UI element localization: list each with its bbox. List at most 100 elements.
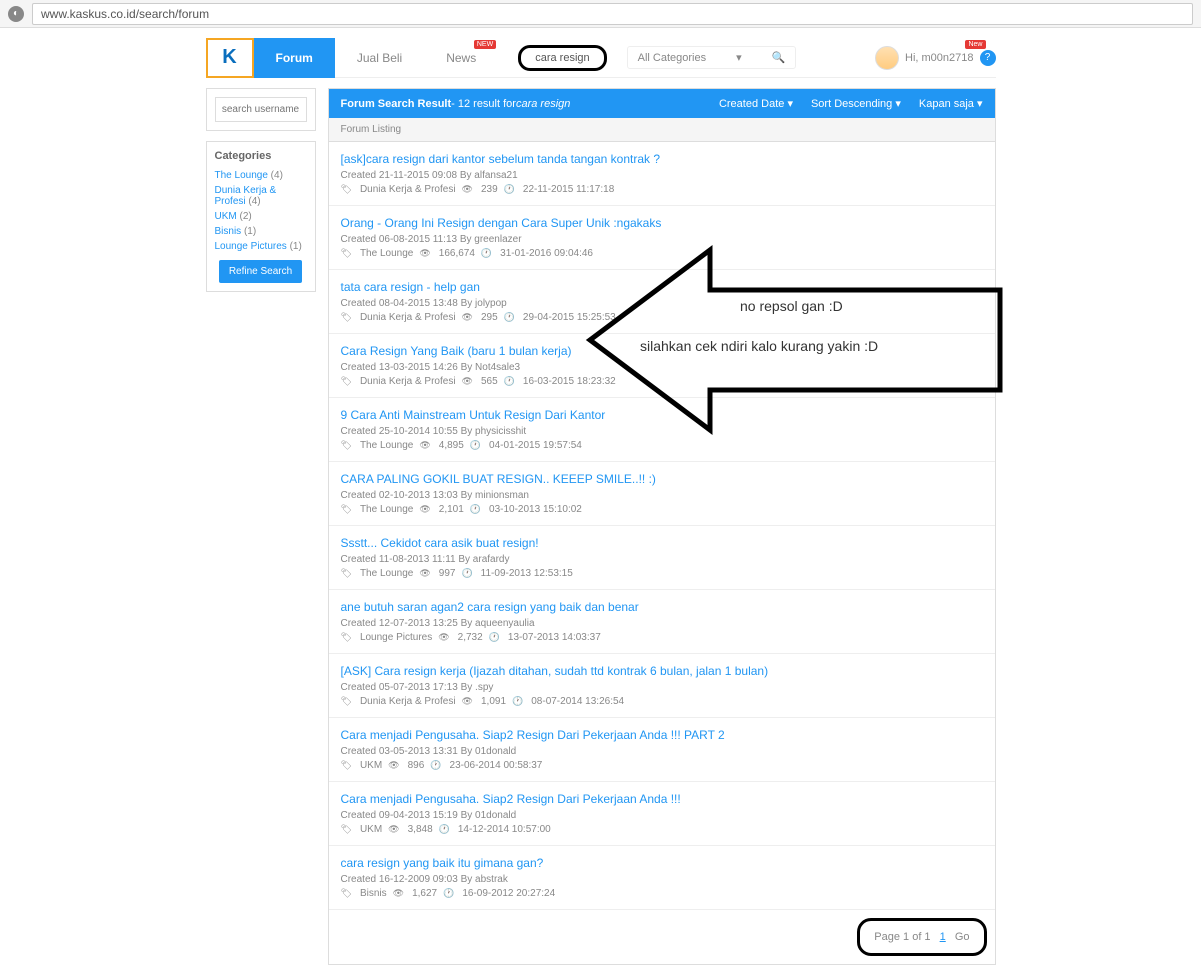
thread-meta: Created 16-12-2009 09:03 By abstrak: [341, 874, 983, 885]
thread-info: Dunia Kerja & Profesi56516-03-2015 18:23…: [341, 376, 983, 387]
thread-item: Orang - Orang Ini Resign dengan Cara Sup…: [329, 206, 995, 270]
thread-meta: Created 13-03-2015 14:26 By Not4sale3: [341, 362, 983, 373]
username-search-input[interactable]: [215, 97, 307, 122]
pagination: Page 1 of 1 1 Go: [857, 918, 986, 956]
tag-icon: [341, 248, 354, 259]
clock-icon: [489, 632, 502, 643]
logo-letter: K: [222, 46, 236, 69]
avatar[interactable]: [875, 46, 899, 70]
tag-icon: [341, 312, 354, 323]
clock-icon: [430, 760, 443, 771]
thread-item: Ssstt... Cekidot cara asik buat resign! C…: [329, 526, 995, 590]
tag-icon: [341, 184, 354, 195]
tag-icon: [341, 632, 354, 643]
eye-icon: [438, 632, 451, 643]
filter-sort[interactable]: Sort Descending ▾: [811, 97, 901, 110]
clock-icon: [512, 696, 525, 707]
eye-icon: [393, 888, 406, 899]
page-current[interactable]: 1: [940, 931, 946, 943]
thread-title[interactable]: Cara menjadi Pengusaha. Siap2 Resign Dar…: [341, 792, 983, 806]
result-count: - 12 result for: [451, 98, 516, 110]
browser-address-bar: ◐ www.kaskus.co.id/search/forum: [0, 0, 1201, 28]
result-term: cara resign: [516, 98, 570, 110]
eye-icon: [419, 440, 432, 451]
thread-meta: Created 08-04-2015 13:48 By jolypop: [341, 298, 983, 309]
eye-icon: [462, 184, 475, 195]
globe-icon: ◐: [8, 6, 24, 22]
chevron-down-icon: ▾: [736, 51, 742, 64]
clock-icon: [481, 248, 494, 259]
sidebar-category-item[interactable]: Dunia Kerja & Profesi (4): [215, 185, 307, 207]
sidebar-category-item[interactable]: The Lounge (4): [215, 170, 307, 181]
thread-title[interactable]: cara resign yang baik itu gimana gan?: [341, 856, 983, 870]
eye-icon: [462, 376, 475, 387]
thread-info: The Lounge2,10103-10-2013 15:10:02: [341, 504, 983, 515]
thread-item: cara resign yang baik itu gimana gan? Cre…: [329, 846, 995, 910]
thread-title[interactable]: tata cara resign - help gan: [341, 280, 983, 294]
result-header: Forum Search Result - 12 result for cara…: [329, 89, 995, 118]
tab-news-label: News: [446, 51, 476, 65]
thread-title[interactable]: 9 Cara Anti Mainstream Untuk Resign Dari…: [341, 408, 983, 422]
clock-icon: [439, 824, 452, 835]
help-icon[interactable]: ?: [980, 50, 996, 66]
category-select[interactable]: All Categories ▾ 🔍: [627, 46, 797, 69]
thread-info: Dunia Kerja & Profesi29529-04-2015 15:25…: [341, 312, 983, 323]
site-header: K Forum Jual Beli News NEW cara resign A…: [206, 38, 996, 78]
url-input[interactable]: www.kaskus.co.id/search/forum: [32, 3, 1193, 25]
eye-icon: [419, 248, 432, 259]
sidebar-category-item[interactable]: UKM (2): [215, 211, 307, 222]
filter-kapan[interactable]: Kapan saja ▾: [919, 97, 983, 110]
thread-meta: Created 03-05-2013 13:31 By 01donald: [341, 746, 983, 757]
sidebar-category-item[interactable]: Lounge Pictures (1): [215, 241, 307, 252]
clock-icon: [504, 184, 517, 195]
thread-title[interactable]: Cara menjadi Pengusaha. Siap2 Resign Dar…: [341, 728, 983, 742]
eye-icon: [419, 568, 432, 579]
thread-info: UKM89623-06-2014 00:58:37: [341, 760, 983, 771]
thread-title[interactable]: [ask]cara resign dari kantor sebelum tan…: [341, 152, 983, 166]
thread-item: tata cara resign - help gan Created 08-04…: [329, 270, 995, 334]
new-badge: NEW: [474, 40, 496, 49]
page-go[interactable]: Go: [955, 931, 970, 943]
eye-icon: [419, 504, 432, 515]
thread-title[interactable]: [ASK] Cara resign kerja (Ijazah ditahan,…: [341, 664, 983, 678]
clock-icon: [470, 440, 483, 451]
search-input[interactable]: cara resign: [518, 45, 606, 71]
tab-news[interactable]: News NEW: [424, 38, 498, 78]
eye-icon: [388, 824, 401, 835]
categories-heading: Categories: [215, 150, 307, 162]
tab-forum[interactable]: Forum: [254, 38, 335, 78]
thread-item: ane butuh saran agan2 cara resign yang b…: [329, 590, 995, 654]
thread-item: CARA PALING GOKIL BUAT RESIGN.. KEEEP SM…: [329, 462, 995, 526]
thread-title[interactable]: CARA PALING GOKIL BUAT RESIGN.. KEEEP SM…: [341, 472, 983, 486]
logo[interactable]: K: [206, 38, 254, 78]
user-area[interactable]: Hi, m00n2718 New ?: [875, 46, 996, 70]
listing-header: Forum Listing: [329, 118, 995, 142]
thread-title[interactable]: Cara Resign Yang Baik (baru 1 bulan kerj…: [341, 344, 983, 358]
thread-info: Bisnis1,62716-09-2012 20:27:24: [341, 888, 983, 899]
tag-icon: [341, 440, 354, 451]
sidebar-category-item[interactable]: Bisnis (1): [215, 226, 307, 237]
thread-meta: Created 11-08-2013 11:11 By arafardy: [341, 554, 983, 565]
filter-created[interactable]: Created Date ▾: [719, 97, 793, 110]
tag-icon: [341, 504, 354, 515]
thread-item: Cara menjadi Pengusaha. Siap2 Resign Dar…: [329, 718, 995, 782]
thread-title[interactable]: Ssstt... Cekidot cara asik buat resign!: [341, 536, 983, 550]
user-new-badge: New: [965, 40, 985, 49]
thread-title[interactable]: ane butuh saran agan2 cara resign yang b…: [341, 600, 983, 614]
tab-jualbeli[interactable]: Jual Beli: [335, 38, 424, 78]
content: Forum Search Result - 12 result for cara…: [328, 88, 996, 965]
refine-search-button[interactable]: Refine Search: [219, 260, 302, 283]
thread-item: Cara menjadi Pengusaha. Siap2 Resign Dar…: [329, 782, 995, 846]
sidebar: Categories The Lounge (4) Dunia Kerja & P…: [206, 88, 316, 965]
category-label: All Categories: [638, 52, 706, 64]
thread-meta: Created 25-10-2014 10:55 By physicisshit: [341, 426, 983, 437]
search-icon[interactable]: 🔍: [772, 51, 786, 64]
thread-meta: Created 05-07-2013 17:13 By .spy: [341, 682, 983, 693]
tag-icon: [341, 888, 354, 899]
thread-title[interactable]: Orang - Orang Ini Resign dengan Cara Sup…: [341, 216, 983, 230]
thread-info: The Lounge4,89504-01-2015 19:57:54: [341, 440, 983, 451]
thread-item: [ASK] Cara resign kerja (Ijazah ditahan,…: [329, 654, 995, 718]
thread-info: Dunia Kerja & Profesi23922-11-2015 11:17…: [341, 184, 983, 195]
thread-meta: Created 02-10-2013 13:03 By minionsman: [341, 490, 983, 501]
tag-icon: [341, 824, 354, 835]
